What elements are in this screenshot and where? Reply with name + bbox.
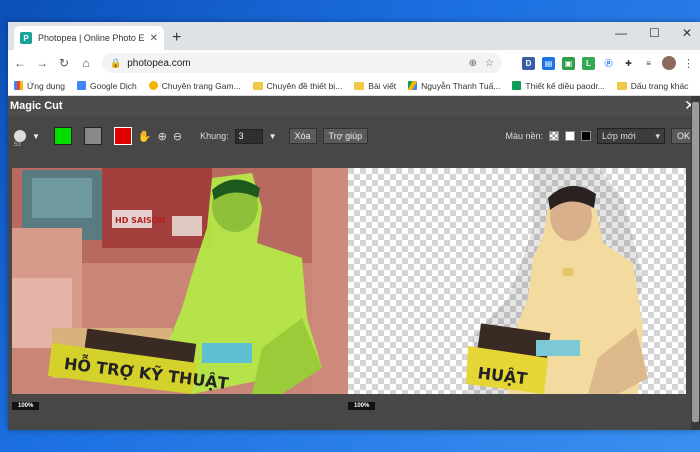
- folder-icon: [252, 81, 263, 90]
- tab-strip: P Photopea | Online Photo Editor ✕ + — ☐…: [8, 22, 700, 50]
- help-button[interactable]: Trợ giúp: [322, 128, 369, 144]
- output-layer-value: Lớp mới: [601, 131, 636, 141]
- hand-icon[interactable]: ✋: [138, 130, 152, 143]
- bookmark-label: Thiết kế diều paodr...: [525, 80, 605, 91]
- folder-icon: [354, 81, 365, 90]
- foreground-swatch[interactable]: [53, 127, 72, 145]
- tab-close-icon[interactable]: ✕: [150, 33, 158, 44]
- photopea-app: Magic Cut ✕ 53 ▼ ✋ ⊕ ⊖ Khung: ▼ Xóa Trợ …: [8, 96, 700, 430]
- browser-toolbar: ← → ↻ ⌂ 🔒 photopea.com ⊕ ☆ D ▤ ▣ L ⓟ ✚ ≡…: [8, 50, 700, 76]
- bookmark-label: Ứng dụng: [27, 80, 65, 91]
- chevron-down-icon: ▾: [655, 130, 660, 141]
- menu-kebab-icon[interactable]: ⋮: [683, 57, 694, 70]
- forward-arrow-icon[interactable]: →: [36, 56, 48, 70]
- bookmark-label: Google Dịch: [89, 80, 137, 91]
- extensions: D ▤ ▣ L ⓟ ✚ ≡ ⋮: [522, 56, 694, 70]
- frame-label: Khung:: [200, 131, 229, 141]
- minimize-button[interactable]: —: [615, 26, 627, 40]
- preview-zoom-level: 100%: [348, 402, 376, 410]
- drive-icon: [408, 81, 418, 90]
- sheets-icon: [512, 81, 522, 90]
- source-canvas[interactable]: HD SAISON HỖ TRỢ KỸ THUẬT: [12, 168, 348, 394]
- bookmark-folder-articles[interactable]: Bài viết: [354, 81, 396, 91]
- bookmark-other[interactable]: Dấu trang khác: [616, 80, 689, 91]
- vertical-scrollbar[interactable]: [691, 96, 700, 430]
- bookmark-label: Chuyên trang Gam...: [161, 80, 241, 91]
- bookmark-apps[interactable]: Ứng dụng: [14, 81, 65, 91]
- reload-icon[interactable]: ↻: [58, 56, 70, 70]
- brush-dropdown-icon[interactable]: ▼: [32, 132, 40, 141]
- bg-black-swatch[interactable]: [580, 131, 591, 141]
- add-icon[interactable]: ⊕: [469, 58, 477, 69]
- canvas-area: HD SAISON HỖ TRỢ KỸ THUẬT HUẬT 100% 100%: [8, 156, 700, 430]
- bg-color-label: Màu nền:: [505, 131, 543, 141]
- tab-photopea[interactable]: P Photopea | Online Photo Editor ✕: [14, 26, 164, 50]
- neutral-swatch[interactable]: [83, 127, 102, 145]
- extension-docs-icon[interactable]: ▤: [542, 56, 555, 70]
- bookmark-label: Nguyễn Thanh Tuấ...: [421, 80, 501, 91]
- address-bar[interactable]: 🔒 photopea.com ⊕ ☆: [102, 53, 502, 73]
- brush-size-picker[interactable]: 53: [14, 130, 26, 148]
- source-zoom-level: 100%: [12, 402, 40, 410]
- output-layer-select[interactable]: Lớp mới ▾: [596, 128, 665, 144]
- photopea-favicon-icon: P: [20, 32, 32, 44]
- extension-d-icon[interactable]: D: [522, 56, 535, 70]
- avatar[interactable]: [662, 56, 676, 70]
- cutout-preview-image: HUẬT: [466, 168, 648, 394]
- extension-l-icon[interactable]: L: [582, 56, 595, 70]
- window-controls: — ☐ ✕: [615, 26, 692, 40]
- frame-dropdown-icon[interactable]: ▼: [269, 132, 277, 141]
- bookmark-google-translate[interactable]: Google Dịch: [76, 80, 137, 91]
- back-arrow-icon[interactable]: ←: [14, 56, 26, 70]
- clear-button[interactable]: Xóa: [288, 128, 317, 144]
- brand-sign: HD SAISON: [115, 216, 165, 225]
- scrollbar-thumb[interactable]: [692, 102, 699, 422]
- preview-canvas[interactable]: HUẬT: [348, 168, 686, 394]
- bookmark-label: Dấu trang khác: [630, 80, 689, 91]
- runner-icon: [148, 81, 158, 90]
- address-url: photopea.com: [127, 57, 191, 69]
- extension-p-icon[interactable]: ⓟ: [602, 56, 615, 70]
- queue-icon[interactable]: ≡: [642, 56, 655, 70]
- frame-input[interactable]: [234, 128, 263, 144]
- extension-green-icon[interactable]: ▣: [562, 56, 575, 70]
- bookmarks-bar: Ứng dụng Google Dịch Chuyên trang Gam...…: [8, 76, 700, 96]
- folder-icon: [616, 81, 627, 90]
- bookmark-label: Bài viết: [368, 80, 397, 91]
- bookmark-game[interactable]: Chuyên trang Gam...: [148, 80, 241, 91]
- brush-size-value: 53: [14, 142, 21, 148]
- apps-grid-icon: [14, 81, 23, 90]
- dialog-titlebar: Magic Cut ✕: [8, 96, 700, 116]
- new-tab-button[interactable]: +: [172, 26, 181, 50]
- close-window-button[interactable]: ✕: [682, 26, 692, 40]
- home-icon[interactable]: ⌂: [80, 56, 92, 70]
- magic-cut-toolbar: 53 ▼ ✋ ⊕ ⊖ Khung: ▼ Xóa Trợ giúp Màu nền…: [8, 116, 700, 156]
- zoom-out-icon[interactable]: ⊖: [173, 130, 182, 143]
- bookmark-folder-devices[interactable]: Chuyên đề thiết bị...: [252, 80, 343, 91]
- google-translate-icon: [76, 81, 86, 90]
- background-swatch[interactable]: [113, 127, 132, 145]
- zoom-in-icon[interactable]: ⊕: [158, 130, 167, 143]
- dialog-title: Magic Cut: [10, 100, 63, 112]
- tab-title: Photopea | Online Photo Editor: [38, 33, 144, 43]
- bookmark-drive[interactable]: Nguyễn Thanh Tuấ...: [408, 81, 500, 91]
- source-image: HD SAISON HỖ TRỢ KỸ THUẬT: [12, 168, 348, 394]
- lock-icon: 🔒: [110, 57, 122, 68]
- bg-white-swatch[interactable]: [564, 131, 575, 141]
- bookmark-label: Chuyên đề thiết bị...: [266, 80, 343, 91]
- bg-transparent-swatch[interactable]: [548, 131, 559, 141]
- browser-window: P Photopea | Online Photo Editor ✕ + — ☐…: [8, 22, 700, 430]
- maximize-button[interactable]: ☐: [649, 26, 660, 40]
- star-icon[interactable]: ☆: [485, 58, 494, 69]
- puzzle-icon[interactable]: ✚: [622, 56, 635, 70]
- bookmark-sheets[interactable]: Thiết kế diều paodr...: [512, 80, 605, 91]
